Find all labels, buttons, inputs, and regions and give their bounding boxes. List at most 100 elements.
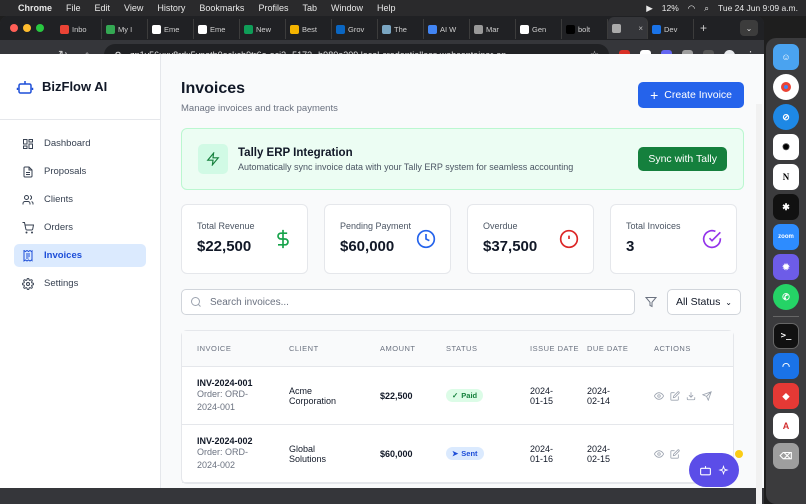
sidebar-item-label: Proposals [44, 166, 87, 177]
search-input[interactable] [210, 296, 626, 308]
notion-icon[interactable]: N [773, 164, 799, 190]
browser-tab[interactable]: Mar [470, 19, 516, 39]
eye-icon[interactable] [654, 391, 664, 401]
safari-icon[interactable]: ⊘ [773, 104, 799, 130]
new-tab-button[interactable]: + [700, 21, 707, 35]
order-ref: Order: ORD- [197, 388, 249, 399]
column-header[interactable]: ISSUE DATE [530, 343, 587, 354]
tally-integration-banner: Tally ERP Integration Automatically sync… [181, 128, 744, 190]
search-icon [191, 297, 201, 307]
whatsapp-icon[interactable]: ✆ [773, 284, 799, 310]
menu-app-name[interactable]: Chrome [18, 3, 52, 13]
menu-window[interactable]: Window [331, 3, 363, 13]
menu-help[interactable]: Help [377, 3, 396, 13]
amount: $60,000 [380, 448, 413, 459]
browser-tab[interactable]: AI W [424, 19, 470, 39]
search-icon[interactable]: ⌕ [704, 3, 709, 14]
browser-tab[interactable]: The [378, 19, 424, 39]
browser-tab[interactable]: New [240, 19, 286, 39]
browser-tab[interactable]: × [608, 17, 648, 39]
sidebar-item-settings[interactable]: Settings [14, 272, 146, 295]
status-filter-select[interactable]: All Status ⌄ [667, 289, 741, 315]
browser-tab[interactable]: Inbo [56, 19, 102, 39]
edit-icon[interactable] [670, 448, 680, 459]
sidebar-item-clients[interactable]: Clients [14, 188, 146, 211]
due-date: 2024- [587, 385, 611, 396]
play-icon[interactable]: ▶ [646, 3, 653, 14]
invoice-number[interactable]: INV-2024-001 [197, 378, 289, 388]
sidebar-item-label: Orders [44, 222, 74, 233]
page-scrollbar[interactable] [756, 104, 762, 504]
browser-tab[interactable]: Dev [648, 19, 694, 39]
column-header[interactable]: INVOICE [182, 344, 289, 353]
gear-icon [22, 277, 34, 290]
column-header[interactable]: AMOUNT [380, 344, 446, 353]
sidebar-item-invoices[interactable]: Invoices [14, 244, 146, 267]
menu-bookmarks[interactable]: Bookmarks [199, 3, 244, 13]
menu-tab[interactable]: Tab [302, 3, 317, 13]
brand-name: BizFlow AI [42, 79, 108, 94]
terminal-icon[interactable]: >_ [773, 323, 799, 349]
sidebar-item-orders[interactable]: Orders [14, 216, 146, 239]
client-name: Solutions [289, 453, 327, 464]
pdf-icon[interactable]: A [773, 413, 799, 439]
due-date: 02-14 [587, 395, 611, 406]
browser-tab[interactable]: bolt [562, 19, 608, 39]
browser-tab[interactable]: Gen [516, 19, 562, 39]
maximize-window-button[interactable] [36, 24, 44, 32]
filter-icon[interactable] [645, 296, 657, 308]
zoom-icon[interactable]: zoom [773, 224, 799, 250]
bot-icon [700, 465, 711, 475]
amount: $22,500 [380, 390, 413, 401]
edit-icon[interactable] [670, 390, 680, 401]
trash-icon[interactable]: ⌫ [773, 443, 799, 469]
menu-clock[interactable]: Tue 24 Jun 9:09 a.m. [718, 3, 798, 13]
alert-circle-icon [559, 229, 579, 249]
dollar-icon [277, 229, 289, 249]
chrome-icon[interactable] [773, 74, 799, 100]
menu-profiles[interactable]: Profiles [258, 3, 288, 13]
eye-icon[interactable] [654, 449, 664, 459]
wifi-icon[interactable]: ◠ [688, 3, 695, 14]
download-icon[interactable] [686, 391, 696, 401]
sidebar-item-proposals[interactable]: Proposals [14, 160, 146, 183]
table-row[interactable]: INV-2024-002 Order: ORD- 2024-002 Global… [182, 425, 733, 483]
send-icon[interactable] [702, 390, 712, 401]
browser-tab[interactable]: My I [102, 19, 148, 39]
finder-icon[interactable]: ☺ [773, 44, 799, 70]
browser-tab[interactable]: Eme [148, 19, 194, 39]
invoice-number[interactable]: INV-2024-002 [197, 436, 289, 446]
tab-title: Dev [664, 24, 678, 34]
menu-edit[interactable]: Edit [95, 3, 111, 13]
status-filter-value: All Status [676, 296, 721, 308]
menu-view[interactable]: View [124, 3, 143, 13]
tab-title: Mar [486, 24, 499, 34]
browser-tab[interactable]: Grov [332, 19, 378, 39]
battery-percentage[interactable]: 12% [662, 3, 679, 13]
app-icon[interactable]: ◆ [773, 383, 799, 409]
tab-search-button[interactable]: ⌄ [740, 20, 758, 36]
browser-tab[interactable]: Eme [194, 19, 240, 39]
table-row[interactable]: INV-2024-001 Order: ORD- 2024-001 Acme C… [182, 367, 733, 425]
create-invoice-button[interactable]: + Create Invoice [638, 82, 744, 108]
tab-favicon-icon [428, 24, 437, 34]
sidebar-item-dashboard[interactable]: Dashboard [14, 132, 146, 155]
app-icon[interactable]: ◠ [773, 353, 799, 379]
issue-date: 2024- [530, 385, 554, 396]
gear-app-icon[interactable]: ✹ [773, 254, 799, 280]
column-header[interactable]: STATUS [446, 344, 530, 353]
chatgpt-icon[interactable]: ✺ [773, 134, 799, 160]
column-header[interactable]: CLIENT [289, 344, 380, 353]
perplexity-icon[interactable]: ✱ [773, 194, 799, 220]
menu-history[interactable]: History [157, 3, 185, 13]
browser-tab[interactable]: Best [286, 19, 332, 39]
column-header[interactable]: DUE DATE [587, 343, 654, 354]
ai-assistant-button[interactable] [689, 453, 739, 487]
menu-file[interactable]: File [66, 3, 81, 13]
close-tab-icon[interactable]: × [638, 24, 643, 33]
tab-favicon-icon [382, 24, 391, 34]
close-window-button[interactable] [10, 24, 18, 32]
tab-favicon-icon [474, 24, 483, 34]
minimize-window-button[interactable] [23, 24, 31, 32]
sync-with-tally-button[interactable]: Sync with Tally [638, 147, 727, 171]
